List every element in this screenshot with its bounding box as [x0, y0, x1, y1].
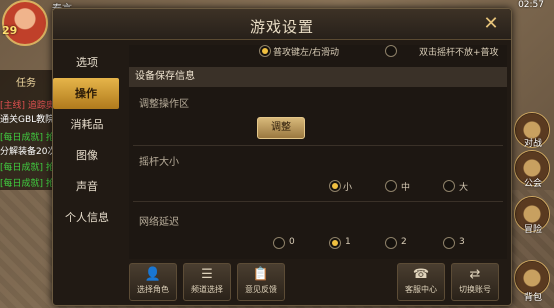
select-character-label: 选择角色: [137, 285, 169, 294]
select-character-button[interactable]: 👤 选择角色: [129, 263, 177, 301]
dialog-titlebar: 游戏设置 ✕: [53, 9, 511, 40]
radio-joystick-hold-label: 双击摇杆不放+普攻: [419, 48, 499, 58]
dialog-title: 游戏设置: [249, 18, 314, 36]
radio-joystick-medium-label: 中: [401, 183, 411, 193]
switch-account-icon: ⇄: [469, 267, 481, 282]
radio-joystick-medium[interactable]: [385, 180, 397, 192]
player-avatar[interactable]: [2, 0, 48, 46]
radio-latency-1-label: 1: [345, 237, 351, 247]
divider: [133, 145, 503, 146]
channel-select-label: 频道选择: [191, 285, 223, 294]
person-icon: 👤: [144, 267, 162, 282]
section-device-save: 设备保存信息: [129, 67, 507, 87]
customer-service-button[interactable]: ☎ 客服中心: [397, 263, 445, 301]
player-level: 29: [2, 24, 18, 37]
switch-account-label: 切换账号: [459, 285, 491, 294]
radio-latency-3[interactable]: [443, 237, 455, 249]
radio-joystick-large[interactable]: [443, 180, 455, 192]
radio-latency-2-label: 2: [401, 237, 407, 247]
quest-item[interactable]: 通关GBL教院: [0, 112, 54, 125]
quest-item[interactable]: [主线] 追踪奥: [0, 98, 55, 111]
radio-joystick-hold[interactable]: [385, 45, 397, 57]
quest-item[interactable]: [每日成就] 抢: [0, 176, 55, 189]
radio-latency-0[interactable]: [273, 237, 285, 249]
pvp-label: 对战: [523, 139, 542, 149]
tab-sound[interactable]: 声音: [53, 171, 121, 202]
switch-account-button[interactable]: ⇄ 切换账号: [451, 263, 499, 301]
customer-service-label: 客服中心: [405, 285, 437, 294]
tab-options[interactable]: 选项: [53, 47, 121, 78]
tab-profile[interactable]: 个人信息: [53, 202, 121, 233]
radio-joystick-large-label: 大: [459, 183, 469, 193]
radio-joystick-small[interactable]: [329, 180, 341, 192]
settings-tabs: 选项 操作 消耗品 图像 声音 个人信息: [53, 47, 121, 233]
divider: [133, 201, 503, 202]
radio-joystick-small-label: 小: [343, 183, 353, 193]
quest-item[interactable]: [每日成就] 抢: [0, 160, 55, 173]
dialog-bottom-bar: 👤 选择角色 ☰ 频道选择 📋 意见反馈 ☎ 客服中心 ⇄ 切换账号: [129, 263, 505, 301]
tab-consumables[interactable]: 消耗品: [53, 109, 121, 140]
tab-graphics[interactable]: 图像: [53, 140, 121, 171]
list-icon: ☰: [201, 267, 213, 282]
settings-dialog: 游戏设置 ✕ 选项 操作 消耗品 图像 声音 个人信息 普攻键左/右滑动 双击摇…: [52, 8, 512, 306]
bag-label: 背包: [523, 293, 542, 303]
clock: 02:57: [518, 0, 544, 10]
task-header[interactable]: 任务: [0, 74, 52, 89]
tab-controls[interactable]: 操作: [53, 78, 119, 109]
channel-select-button[interactable]: ☰ 频道选择: [183, 263, 231, 301]
quest-item[interactable]: [每日成就] 抢: [0, 130, 55, 143]
radio-attack-slide-label: 普攻键左/右滑动: [273, 48, 340, 58]
latency-label: 网络延迟: [139, 217, 179, 228]
joystick-size-label: 摇杆大小: [139, 157, 179, 168]
radio-latency-3-label: 3: [459, 237, 465, 247]
radio-attack-slide[interactable]: [259, 45, 271, 57]
adjust-controls-label: 调整操作区: [139, 99, 189, 110]
radio-latency-2[interactable]: [385, 237, 397, 249]
headset-icon: ☎: [412, 267, 430, 282]
adventure-label: 冒险: [523, 225, 542, 235]
adjust-button[interactable]: 调整: [257, 117, 305, 139]
guild-label: 公会: [523, 179, 542, 189]
clipboard-icon: 📋: [252, 267, 270, 282]
feedback-label: 意见反馈: [245, 285, 277, 294]
radio-latency-0-label: 0: [289, 237, 295, 247]
close-x-icon[interactable]: ✕: [481, 15, 501, 35]
quest-item[interactable]: 分解装备20次: [0, 144, 56, 157]
feedback-button[interactable]: 📋 意见反馈: [237, 263, 285, 301]
radio-latency-1[interactable]: [329, 237, 341, 249]
settings-content[interactable]: 普攻键左/右滑动 双击摇杆不放+普攻 设备保存信息 调整操作区 调整 摇杆大小 …: [129, 45, 507, 259]
